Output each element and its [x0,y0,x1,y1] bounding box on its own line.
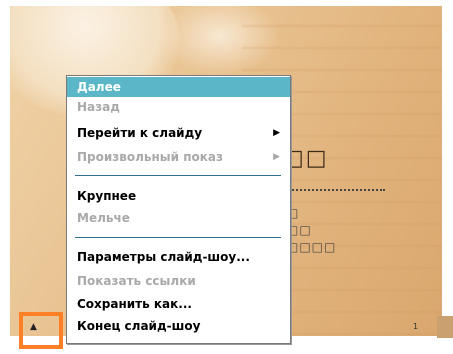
slide-dotted-line [285,189,385,191]
slideshow-context-menu: Далее Назад Перейти к слайду ▶ Произволь… [66,75,291,344]
menu-item-zoom-in[interactable]: Крупнее [67,186,290,206]
menu-item-end-show[interactable]: Конец слайд-шоу [67,316,290,336]
menu-item-custom-show[interactable]: Произвольный показ ▶ [67,147,290,167]
menu-item-show-settings[interactable]: Параметры слайд-шоу... [67,247,290,267]
menu-item-next[interactable]: Далее [67,77,290,97]
slide-corner-decoration [437,316,453,338]
menu-item-label: Произвольный показ [77,150,223,164]
menu-item-zoom-out[interactable]: Мельче [67,208,290,228]
menu-item-label: Мельче [77,211,130,225]
menu-item-label: Показать ссылки [77,274,196,288]
slide-page-number: 1 [413,322,419,331]
submenu-arrow-icon: ▶ [273,128,280,138]
menu-item-previous[interactable]: Назад [67,97,290,117]
slide-shapes-row-3: □□□□ [287,240,337,254]
menu-item-show-links[interactable]: Показать ссылки [67,271,290,291]
menu-item-label: Назад [77,100,120,114]
menu-item-label: Параметры слайд-шоу... [77,250,250,264]
menu-item-label: Далее [77,80,121,94]
menu-trigger-button[interactable] [19,312,63,349]
menu-separator [75,175,281,176]
menu-item-label: Перейти к слайду [77,126,203,140]
menu-item-label: Конец слайд-шоу [77,319,201,333]
menu-item-label: Крупнее [77,189,137,203]
menu-separator [75,237,281,238]
menu-item-save-as[interactable]: Сохранить как... [67,294,290,314]
menu-item-go-to-slide[interactable]: Перейти к слайду ▶ [67,123,290,143]
menu-item-label: Сохранить как... [77,297,192,311]
submenu-arrow-icon: ▶ [273,152,280,162]
